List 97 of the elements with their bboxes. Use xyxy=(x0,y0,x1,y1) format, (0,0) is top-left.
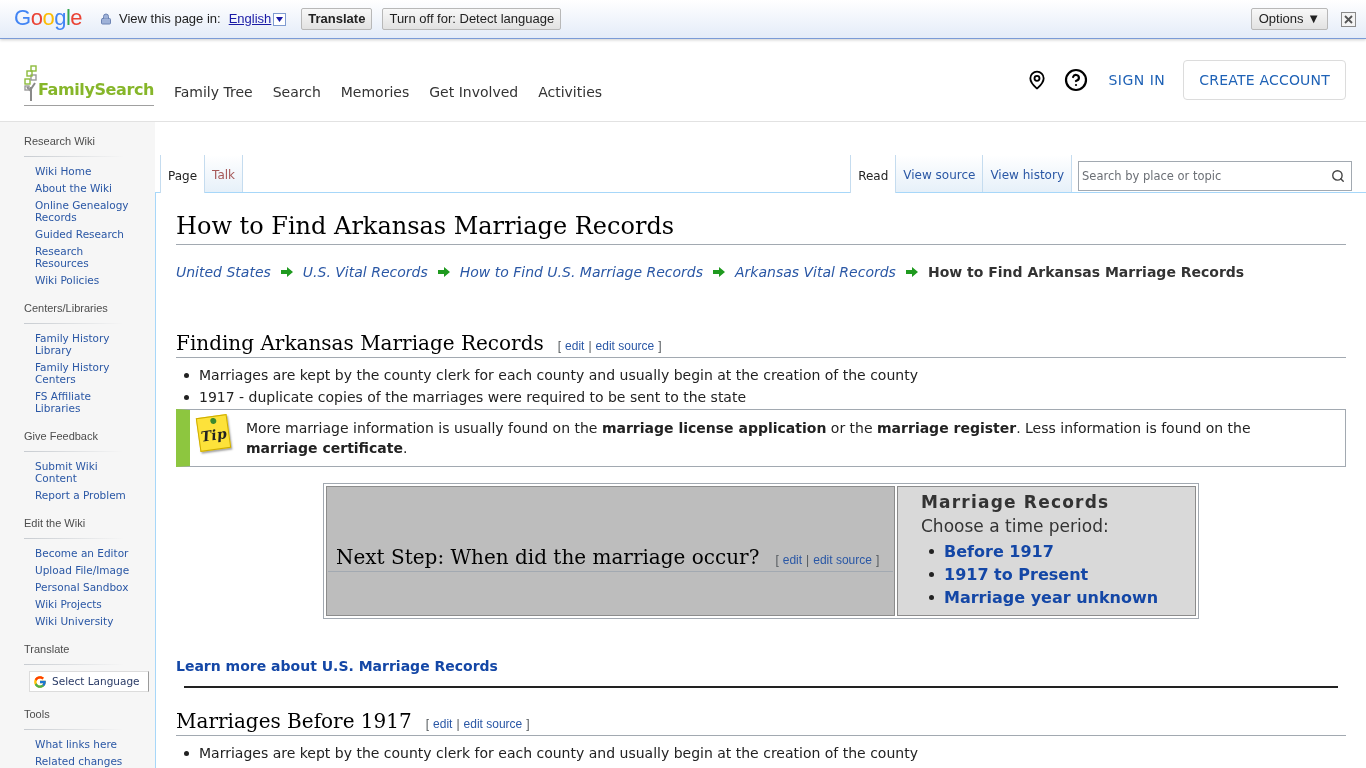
dropdown-icon[interactable] xyxy=(273,12,287,26)
edit-bracket: [ xyxy=(557,338,562,355)
tip-note: Tip xyxy=(195,414,232,452)
breadcrumb-link[interactable]: Arkansas Vital Records xyxy=(735,262,896,282)
learn-more-link[interactable]: Learn more about U.S. Marriage Records xyxy=(176,656,498,676)
sidebar-link[interactable]: Wiki University xyxy=(35,615,114,627)
sidebar-link[interactable]: Submit Wiki Content xyxy=(35,460,133,484)
bullet-text: Marriages are kept by the county clerk for each county and usually begin at the creation of the county xyxy=(199,366,918,385)
search-field[interactable]: Search by place or topic xyxy=(1078,161,1352,191)
nav-link[interactable]: Memories xyxy=(340,81,410,103)
create-account-button[interactable]: CREATE ACCOUNT xyxy=(1183,60,1346,100)
link-separator: | xyxy=(588,338,592,355)
edit-link[interactable]: edit source xyxy=(463,715,523,733)
language-select[interactable]: Select Language xyxy=(29,671,149,692)
close-icon[interactable] xyxy=(1341,11,1356,27)
section-heading: Marriages Before 1917 xyxy=(176,708,412,734)
sidebar-heading: Edit the Wiki xyxy=(24,516,87,530)
nav-link[interactable]: Search xyxy=(272,81,321,103)
arrow-icon xyxy=(905,267,918,277)
tab[interactable]: Read xyxy=(850,155,897,193)
sidebar-link[interactable]: Wiki Policies xyxy=(35,274,100,286)
sidebar-link[interactable]: Research Resources xyxy=(35,245,133,269)
breadcrumb-link[interactable]: How to Find U.S. Marriage Records xyxy=(459,262,703,282)
bullet-text: Marriages are kept by the county clerk for each county and usually begin at the creation of the county xyxy=(199,744,918,763)
nav-link[interactable]: Get Involved xyxy=(429,81,519,103)
panel-subtitle: Choose a time period: xyxy=(921,515,1109,538)
options-button[interactable]: Options ▼ xyxy=(1250,8,1328,30)
sidebar-heading: Centers/Libraries xyxy=(24,301,109,315)
tree-icon xyxy=(24,64,38,101)
edit-link[interactable]: edit xyxy=(433,715,453,733)
sidebar-link[interactable]: Related changes xyxy=(35,755,123,767)
tab[interactable]: View history xyxy=(983,155,1072,192)
bullet-icon xyxy=(929,595,934,600)
sidebar-link[interactable]: Wiki Home xyxy=(35,165,92,177)
link-separator: | xyxy=(456,716,460,733)
tab[interactable]: View source xyxy=(896,155,984,192)
sidebar-link[interactable]: Become an Editor xyxy=(35,547,129,559)
edit-link[interactable]: edit source xyxy=(595,337,655,355)
breadcrumb-link[interactable]: U.S. Vital Records xyxy=(302,262,428,282)
help-icon[interactable] xyxy=(1064,68,1089,92)
edit-bracket: ] xyxy=(658,338,662,355)
sidebar-heading: Give Feedback xyxy=(24,429,99,443)
google-icon xyxy=(33,674,47,689)
sidebar-link[interactable]: Online Genealogy Records xyxy=(35,199,133,223)
sidebar-heading: Translate xyxy=(24,642,71,656)
language-link[interactable]: English xyxy=(228,9,272,29)
bullet-icon xyxy=(184,751,189,756)
sidebar-link[interactable]: Wiki Projects xyxy=(35,598,102,610)
edit-link[interactable]: edit xyxy=(782,551,803,569)
sidebar-link[interactable]: About the Wiki xyxy=(35,182,113,194)
sidebar-link[interactable]: Upload File/Image xyxy=(35,564,130,576)
tip-text: More marriage information is usually found on the marriage license application or the marriage register. Less information is found on the marriage certificate. xyxy=(245,419,1252,458)
bullet-icon xyxy=(929,572,934,577)
bullet-icon xyxy=(184,395,189,400)
edit-link[interactable]: edit xyxy=(565,337,585,355)
translate-button[interactable]: Turn off for: Detect language xyxy=(382,8,562,30)
sidebar-link[interactable]: Guided Research xyxy=(35,228,124,240)
option-link[interactable]: Before 1917 xyxy=(944,540,1054,563)
translate-prompt: View this page in: xyxy=(119,10,221,29)
nav-link[interactable]: Family Tree xyxy=(174,81,253,103)
sidebar-link[interactable]: Personal Sandbox xyxy=(35,581,129,593)
google-logo: Google xyxy=(14,7,82,29)
sidebar-heading: Research Wiki xyxy=(24,134,96,148)
arrow-icon xyxy=(713,267,725,277)
section-heading: Finding Arkansas Marriage Records xyxy=(176,330,544,356)
edit-bracket: [ xyxy=(425,716,430,733)
bullet-icon xyxy=(184,373,189,378)
lock-icon xyxy=(100,13,112,25)
search-icon[interactable] xyxy=(1331,169,1345,183)
sidebar-link[interactable]: Family History Centers xyxy=(35,361,133,385)
arrow-icon xyxy=(437,267,450,277)
sign-in-link[interactable]: SIGN IN xyxy=(1108,69,1166,91)
option-link[interactable]: 1917 to Present xyxy=(944,563,1089,586)
breadcrumb-link[interactable]: United States xyxy=(176,262,271,282)
bullet-text: 1917 - duplicate copies of the marriages were required to be sent to the state xyxy=(199,388,747,407)
page-title: How to Find Arkansas Marriage Records xyxy=(176,211,1346,245)
translate-button[interactable]: Translate xyxy=(301,8,373,30)
arrow-icon xyxy=(280,267,293,277)
sidebar-link[interactable]: What links here xyxy=(35,738,117,750)
panel-title: Marriage Records xyxy=(921,491,1110,514)
question-heading: Next Step: When did the marriage occur? xyxy=(336,544,760,570)
sidebar-link[interactable]: Family History Library xyxy=(35,332,133,356)
tab[interactable]: Talk xyxy=(205,155,244,192)
link-separator: | xyxy=(806,552,810,569)
location-pin-icon[interactable] xyxy=(1027,70,1048,90)
sidebar-link[interactable]: Report a Problem xyxy=(35,489,126,501)
option-link[interactable]: Marriage year unknown xyxy=(944,586,1159,609)
edit-bracket: ] xyxy=(526,716,530,733)
edit-bracket: [ xyxy=(775,552,779,569)
edit-bracket: ] xyxy=(875,552,880,569)
sidebar-heading: Tools xyxy=(24,707,51,721)
bullet-icon xyxy=(929,549,934,554)
nav-link[interactable]: Activities xyxy=(538,81,603,103)
breadcrumb-current: How to Find Arkansas Marriage Records xyxy=(927,263,1245,282)
sidebar-link[interactable]: FS Affiliate Libraries xyxy=(35,390,133,414)
edit-link[interactable]: edit source xyxy=(813,551,872,569)
tab[interactable]: Page xyxy=(160,155,206,193)
